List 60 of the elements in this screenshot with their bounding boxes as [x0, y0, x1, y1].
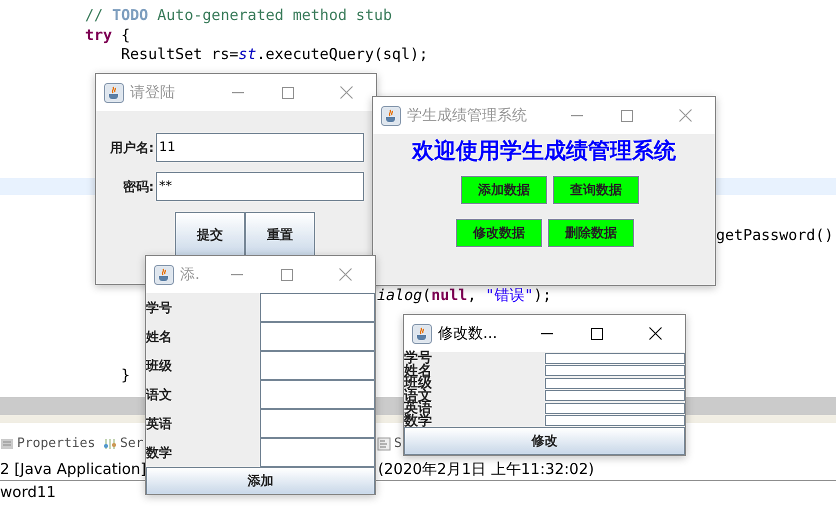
input-field[interactable] [545, 402, 685, 414]
field-label: 英语 [404, 402, 433, 414]
input-field[interactable]: ** [156, 172, 364, 201]
close-icon[interactable] [648, 327, 662, 340]
field-label: 密码: [122, 178, 155, 196]
java-cup-icon [381, 106, 401, 126]
input-field[interactable] [260, 351, 375, 380]
add-button[interactable]: 添加 [146, 467, 375, 494]
menu-button[interactable]: 添加数据 [461, 176, 547, 204]
maximize-icon[interactable] [591, 328, 603, 340]
input-field[interactable] [260, 380, 375, 409]
console-time: (2020年2月1日 上午11:32:02) [378, 460, 594, 479]
input-field[interactable] [545, 390, 685, 402]
code-line: // TODO Auto-generated method stub [85, 6, 392, 24]
console-output: word11 [0, 483, 56, 501]
field-label: 班级 [146, 358, 173, 376]
field-label: 语文 [146, 386, 173, 404]
window-title: 添. [180, 265, 201, 284]
input-field[interactable] [545, 352, 685, 364]
dialog-button[interactable]: 提交 [175, 212, 245, 258]
input-field[interactable] [260, 322, 375, 351]
tab-icon [103, 436, 117, 450]
menu-button[interactable]: 修改数据 [456, 219, 542, 247]
view-tab[interactable]: S [394, 436, 402, 451]
input-field[interactable]: 11 [156, 133, 364, 162]
java-cup-icon [154, 264, 174, 284]
console-title: 2 [Java Application] [0, 460, 146, 478]
code-line: getPassword() [716, 226, 834, 244]
view-tab[interactable]: Properties [17, 436, 96, 451]
dialog-button[interactable]: 重置 [245, 212, 315, 258]
window-title: 学生成绩管理系统 [407, 106, 528, 125]
java-cup-icon [412, 324, 432, 344]
tab-icon [0, 436, 14, 450]
field-label: 学号 [404, 352, 433, 364]
menu-button[interactable]: 查询数据 [553, 176, 639, 204]
code-line: ialog(null, "错误"); [377, 286, 552, 304]
input-field[interactable] [545, 365, 685, 376]
field-label: 数学 [404, 414, 433, 427]
input-field[interactable] [260, 438, 375, 467]
minimize-icon[interactable] [541, 332, 553, 334]
field-label: 姓名 [404, 364, 433, 377]
input-field[interactable] [545, 415, 685, 426]
heading: 欢迎使用学生成绩管理系统 [410, 137, 677, 166]
menu-button[interactable]: 删除数据 [548, 219, 634, 247]
modify-button[interactable]: 修改 [404, 427, 685, 455]
code-line: try { [85, 26, 130, 44]
field-label: 姓名 [146, 328, 173, 346]
java-cup-icon [104, 82, 124, 102]
view-tab[interactable]: Ser [120, 436, 144, 451]
window-title: 修改数... [438, 324, 498, 343]
input-field[interactable] [260, 409, 375, 438]
field-label: 学号 [146, 300, 173, 318]
input-field[interactable] [545, 378, 685, 389]
field-label: 数学 [146, 444, 173, 462]
field-label: 用户名: [108, 140, 155, 156]
input-field[interactable] [260, 293, 375, 322]
field-label: 英语 [146, 416, 173, 434]
code-line: ResultSet rs=st.executeQuery(sql); [121, 45, 428, 63]
window-title: 请登陆 [130, 83, 176, 102]
code-line: } [121, 366, 130, 384]
